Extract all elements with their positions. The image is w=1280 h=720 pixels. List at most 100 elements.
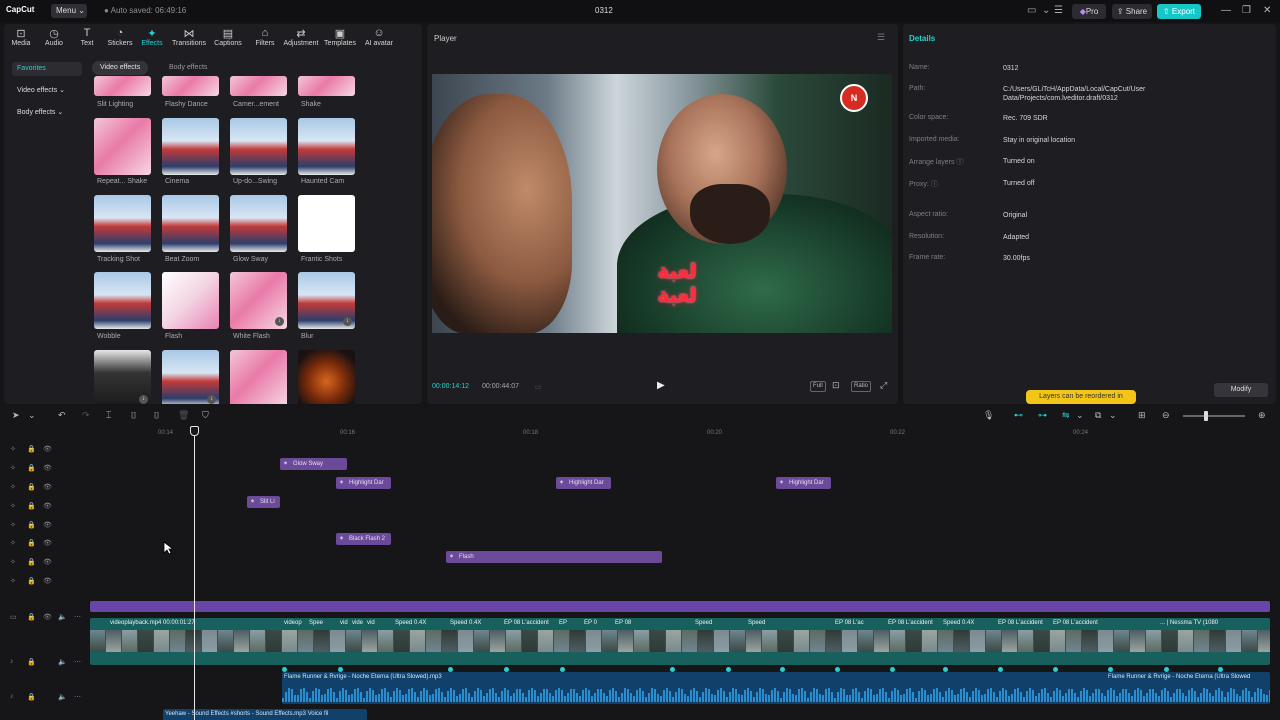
chevron-down-icon[interactable]: ⌄ xyxy=(1076,410,1084,421)
play-button[interactable]: ▶ xyxy=(657,380,665,391)
effect-thumb-tracking-shot[interactable] xyxy=(94,195,151,252)
microphone-icon[interactable]: 🎙 xyxy=(983,410,994,421)
modify-button[interactable]: Modify xyxy=(1214,383,1268,397)
effect-thumb[interactable] xyxy=(94,76,151,96)
download-icon[interactable]: ↓ xyxy=(207,395,216,404)
download-icon[interactable]: ↓ xyxy=(139,395,148,404)
caption-toggle-icon[interactable]: ⊞ xyxy=(1138,410,1146,421)
audio-track-music[interactable]: Flame Runner & Rvrige - Noche Eterna (Ul… xyxy=(282,672,1270,704)
tab-audio[interactable]: ◷ Audio xyxy=(37,27,71,47)
speaker-icon[interactable]: 🔈 xyxy=(58,613,67,621)
crop-icon[interactable]: ⊡ xyxy=(832,380,840,391)
zoom-slider[interactable] xyxy=(1183,415,1245,417)
eye-icon[interactable]: 👁 xyxy=(43,577,52,585)
delete-icon[interactable]: 🗑 xyxy=(178,410,189,421)
maximize-icon[interactable]: ❐ xyxy=(1242,5,1251,16)
tab-ai-avatar[interactable]: ☺ AI avatar xyxy=(360,27,398,47)
playhead[interactable] xyxy=(194,428,195,720)
effect-clip[interactable]: Highlight Dar xyxy=(556,477,611,489)
effect-clip[interactable]: Slit Li xyxy=(247,496,280,508)
select-tool-icon[interactable]: ➤ xyxy=(12,410,20,421)
lock-icon[interactable]: 🔒 xyxy=(27,658,36,666)
split-icon[interactable]: ⌶ xyxy=(106,410,111,421)
effect-thumb[interactable] xyxy=(298,350,355,404)
tab-templates[interactable]: ▣ Templates xyxy=(322,27,358,47)
effect-thumb[interactable] xyxy=(162,76,219,96)
category-video-effects[interactable]: Video effects ⌄ xyxy=(12,84,82,98)
effect-thumb-beat-zoom[interactable] xyxy=(162,195,219,252)
zoom-out-icon[interactable]: ⊖ xyxy=(1162,410,1170,421)
split-right-icon[interactable]: ⌷ xyxy=(154,410,159,421)
zoom-in-icon[interactable]: ⊕ xyxy=(1258,410,1266,421)
lock-icon[interactable]: 🔒 xyxy=(27,693,36,701)
lock-icon[interactable]: 🔒 xyxy=(27,558,36,566)
menu-button[interactable]: Menu ⌄ xyxy=(51,4,87,18)
effect-thumb[interactable] xyxy=(298,76,355,96)
effect-thumb[interactable]: ↓ xyxy=(162,350,219,404)
export-button[interactable]: ⇧ Export xyxy=(1157,4,1201,19)
chevron-down-icon[interactable]: ⌄ xyxy=(1042,5,1050,16)
effect-thumb-wobble[interactable] xyxy=(94,272,151,329)
zoom-slider-handle[interactable] xyxy=(1204,411,1208,421)
tab-effects[interactable]: ✦ Effects xyxy=(135,27,169,47)
marker-icon[interactable]: ⛉ xyxy=(202,410,209,421)
close-icon[interactable]: ✕ xyxy=(1263,5,1271,16)
eye-icon[interactable]: 👁 xyxy=(43,613,52,621)
more-icon[interactable]: ⋯ xyxy=(74,658,81,666)
effect-thumb-blur[interactable]: ↓ xyxy=(298,272,355,329)
effect-thumb-frantic-shots[interactable] xyxy=(298,195,355,252)
speaker-icon[interactable]: 🔈 xyxy=(58,693,67,701)
lock-icon[interactable]: 🔒 xyxy=(27,502,36,510)
auto-snap-icon[interactable]: ⊶ xyxy=(1038,410,1047,421)
effect-clip[interactable]: Glow Sway xyxy=(280,458,347,470)
tab-media[interactable]: ⊡ Media xyxy=(4,27,38,47)
tab-adjustment[interactable]: ⇄ Adjustment xyxy=(281,27,321,47)
minimize-icon[interactable]: — xyxy=(1221,5,1231,16)
effect-clip[interactable]: Highlight Dar xyxy=(336,477,391,489)
more-icon[interactable]: ⋯ xyxy=(74,613,81,621)
eye-icon[interactable]: 👁 xyxy=(43,464,52,472)
fullscreen-icon[interactable]: ⤢ xyxy=(880,380,887,391)
effect-thumb[interactable]: ↓ xyxy=(94,350,151,404)
split-left-icon[interactable]: ⌷ xyxy=(131,410,136,421)
pro-button[interactable]: ◆Pro xyxy=(1072,4,1106,19)
tab-transitions[interactable]: ⋈ Transitions xyxy=(172,27,206,47)
chevron-down-icon[interactable]: ⌄ xyxy=(28,410,36,421)
linkage-icon[interactable]: ⇋ xyxy=(1062,410,1070,421)
speaker-icon[interactable]: 🔈 xyxy=(58,658,67,666)
eye-icon[interactable]: 👁 xyxy=(43,502,52,510)
effect-thumb-cinema[interactable] xyxy=(162,118,219,175)
ratio-button[interactable]: Ratio xyxy=(851,381,872,392)
effect-thumb[interactable] xyxy=(230,350,287,404)
chevron-down-icon[interactable]: ⌄ xyxy=(1109,410,1117,421)
more-icon[interactable]: ⋯ xyxy=(74,693,81,701)
effect-thumb-white-flash[interactable]: ↓ xyxy=(230,272,287,329)
tab-captions[interactable]: ▤ Captions xyxy=(211,27,245,47)
effect-thumb-glow-sway[interactable] xyxy=(230,195,287,252)
redo-icon[interactable]: ↷ xyxy=(82,410,90,421)
category-body-effects[interactable]: Body effects ⌄ xyxy=(12,106,82,120)
lock-icon[interactable]: 🔒 xyxy=(27,464,36,472)
effect-thumb-up-down-swing[interactable] xyxy=(230,118,287,175)
download-icon[interactable]: ↓ xyxy=(275,317,284,326)
lock-icon[interactable]: 🔒 xyxy=(27,577,36,585)
timecode-format-icon[interactable]: ▭ xyxy=(535,383,542,391)
undo-icon[interactable]: ↶ xyxy=(58,410,66,421)
effect-thumb-flash[interactable] xyxy=(162,272,219,329)
share-button[interactable]: ⇪ Share xyxy=(1112,4,1152,19)
lock-icon[interactable]: 🔒 xyxy=(27,521,36,529)
tab-stickers[interactable]: ◔ Stickers xyxy=(103,27,137,47)
effect-clip[interactable]: Black Flash 2 xyxy=(336,533,391,545)
player-menu-icon[interactable]: ☰ xyxy=(877,32,885,43)
eye-icon[interactable]: 👁 xyxy=(43,483,52,491)
tab-filters[interactable]: ⌂ Filters xyxy=(248,27,282,47)
effect-clip[interactable]: Highlight Dar xyxy=(776,477,831,489)
lock-icon[interactable]: 🔒 xyxy=(27,539,36,547)
eye-icon[interactable]: 👁 xyxy=(43,539,52,547)
lock-icon[interactable]: 🔒 xyxy=(27,445,36,453)
eye-icon[interactable]: 👁 xyxy=(43,521,52,529)
effect-clip[interactable]: Flash xyxy=(446,551,662,563)
main-track-magnet-icon[interactable]: ⊷ xyxy=(1014,410,1023,421)
tab-text[interactable]: T Text xyxy=(70,27,104,47)
download-icon[interactable]: ↓ xyxy=(343,317,352,326)
